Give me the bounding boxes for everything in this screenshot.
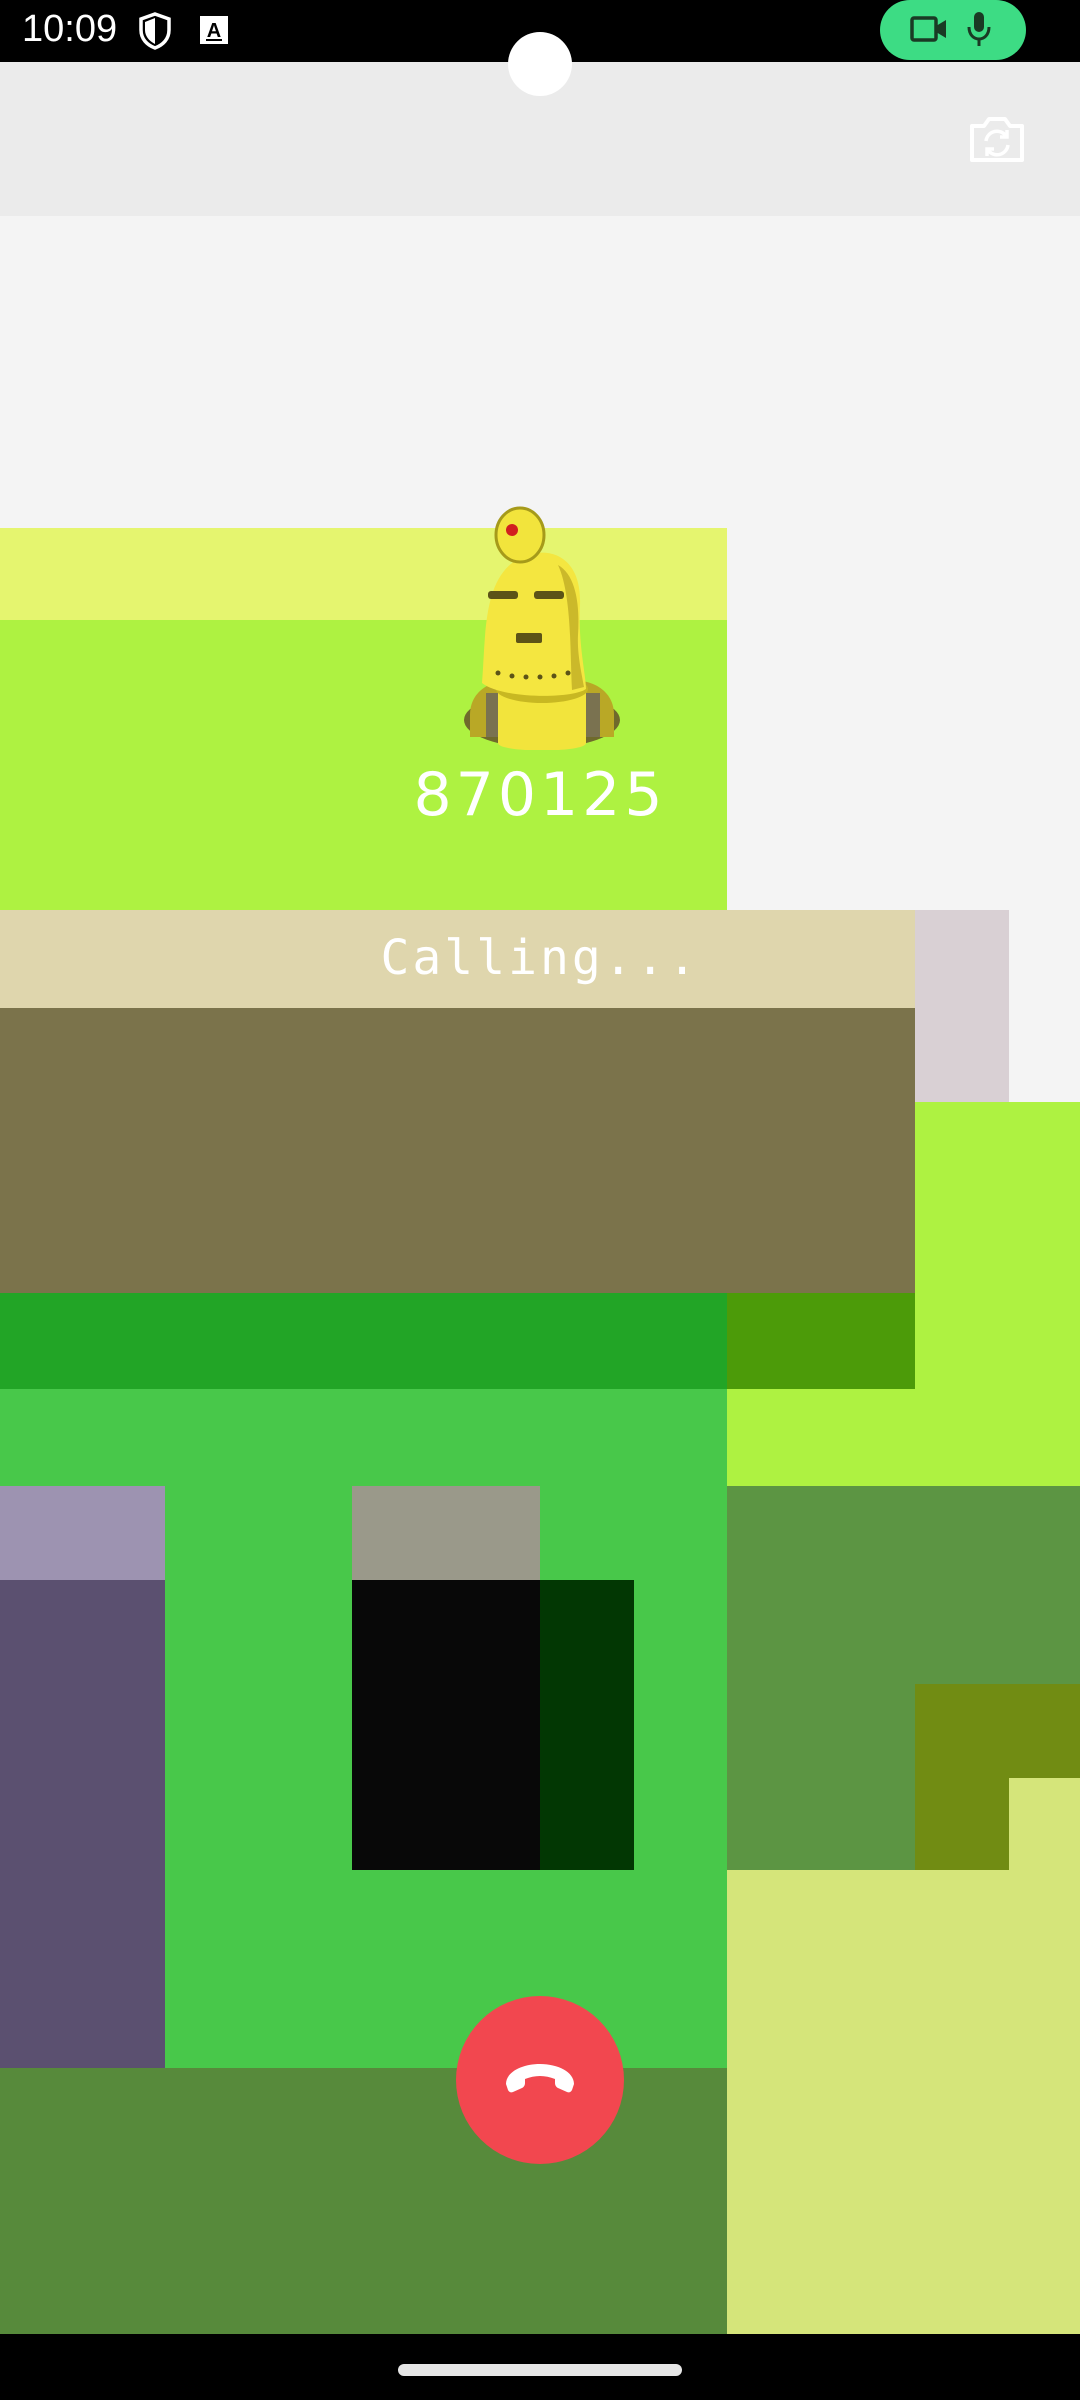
shield-icon bbox=[138, 12, 172, 54]
camera-flip-button[interactable] bbox=[966, 108, 1028, 170]
microphone-icon bbox=[967, 12, 991, 46]
phone-screen: 10:09 A 870125 Calling... bbox=[0, 0, 1080, 2400]
navigation-bar bbox=[0, 2334, 1080, 2400]
robot-avatar bbox=[462, 505, 622, 751]
svg-text:A: A bbox=[207, 20, 221, 42]
camera-flip-icon bbox=[970, 117, 1024, 162]
call-status: Calling... bbox=[380, 930, 700, 986]
privacy-indicator-chip[interactable] bbox=[880, 0, 1026, 60]
end-call-button[interactable] bbox=[456, 1996, 624, 2164]
caller-number: 870125 bbox=[413, 760, 667, 830]
video-camera-icon bbox=[910, 16, 946, 42]
status-time: 10:09 bbox=[22, 8, 118, 50]
home-gesture-handle[interactable] bbox=[398, 2364, 682, 2376]
camera-preview bbox=[0, 62, 1080, 2334]
front-camera-cutout bbox=[508, 32, 572, 96]
keyboard-a-icon: A bbox=[200, 16, 228, 48]
phone-hangup-icon bbox=[506, 2064, 574, 2093]
